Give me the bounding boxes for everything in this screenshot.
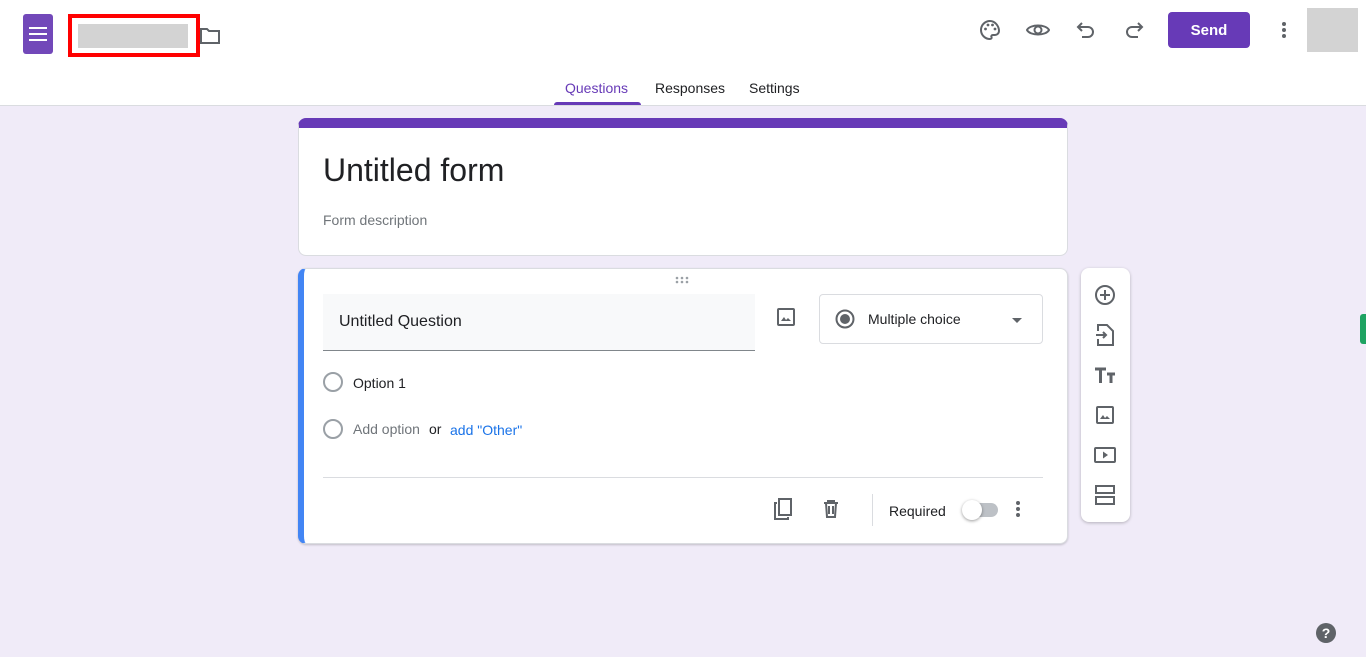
add-image-icon[interactable]	[1093, 403, 1117, 427]
side-toolbar	[1081, 268, 1130, 522]
required-toggle[interactable]	[962, 500, 998, 520]
option-1-label[interactable]: Option 1	[353, 375, 406, 391]
chevron-down-icon	[1010, 315, 1024, 325]
tab-responses[interactable]: Responses	[655, 80, 725, 96]
add-question-icon[interactable]	[1093, 283, 1117, 307]
palette-icon[interactable]	[978, 18, 1002, 42]
help-icon[interactable]: ?	[1316, 623, 1336, 643]
add-title-text-icon[interactable]	[1093, 363, 1117, 387]
active-tab-indicator	[554, 102, 641, 105]
add-other-link[interactable]: add "Other"	[450, 422, 522, 438]
question-card: Untitled Question Multiple choice Option…	[298, 268, 1068, 544]
redacted-title	[78, 24, 188, 48]
divider	[323, 477, 1043, 478]
send-button[interactable]: Send	[1168, 12, 1250, 48]
tab-settings[interactable]: Settings	[749, 80, 800, 96]
preview-eye-icon[interactable]	[1026, 18, 1050, 42]
question-title-input[interactable]: Untitled Question	[323, 294, 755, 351]
side-panel-tab[interactable]	[1360, 314, 1366, 344]
add-video-icon[interactable]	[1093, 443, 1117, 467]
delete-icon[interactable]	[821, 498, 841, 520]
avatar[interactable]	[1307, 8, 1358, 52]
header: Send Questions Responses Settings	[0, 0, 1366, 106]
more-options-icon[interactable]	[1010, 498, 1026, 520]
add-section-icon[interactable]	[1093, 483, 1117, 507]
option-radio[interactable]	[323, 372, 343, 392]
radio-type-icon	[834, 308, 856, 330]
document-title-field[interactable]	[68, 14, 200, 57]
forms-logo-icon[interactable]	[23, 14, 53, 54]
drag-handle-icon[interactable]	[674, 275, 690, 285]
duplicate-icon[interactable]	[772, 497, 794, 521]
required-label: Required	[889, 503, 946, 519]
add-option-link[interactable]: Add option	[353, 421, 420, 437]
vertical-divider	[872, 494, 873, 526]
question-type-label: Multiple choice	[868, 311, 961, 327]
undo-icon[interactable]	[1074, 18, 1098, 42]
import-questions-icon[interactable]	[1093, 323, 1117, 347]
form-title[interactable]: Untitled form	[323, 152, 504, 189]
tab-questions[interactable]: Questions	[565, 80, 628, 96]
form-description-field[interactable]: Form description	[323, 212, 427, 228]
add-option-radio	[323, 419, 343, 439]
more-vert-icon[interactable]	[1274, 18, 1294, 42]
redo-icon[interactable]	[1122, 18, 1146, 42]
question-type-dropdown[interactable]: Multiple choice	[819, 294, 1043, 344]
add-image-icon[interactable]	[776, 307, 796, 327]
folder-icon[interactable]	[199, 26, 221, 46]
or-text: or	[429, 421, 442, 437]
form-title-card: Untitled form Form description	[298, 118, 1068, 256]
